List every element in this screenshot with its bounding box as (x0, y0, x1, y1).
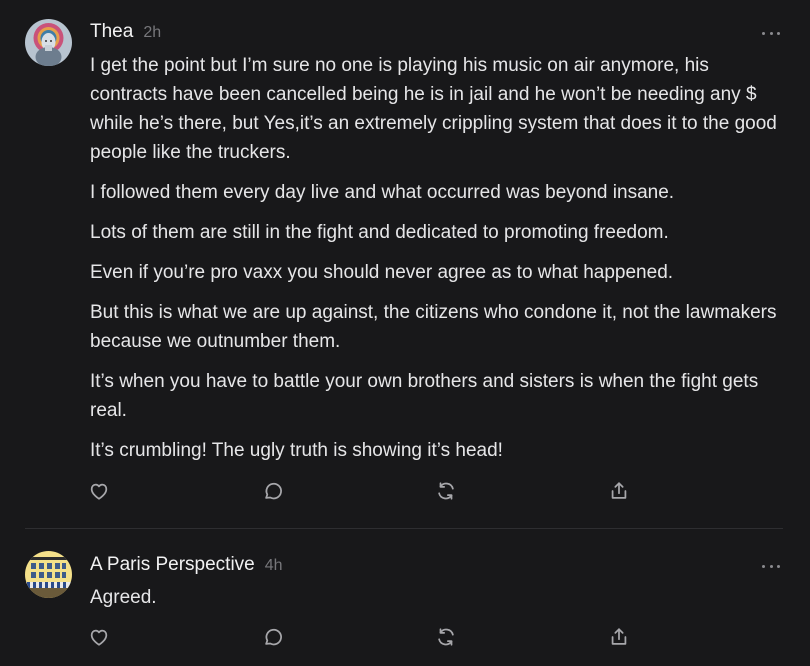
paragraph: Agreed. (90, 587, 157, 608)
restack-button[interactable] (435, 480, 459, 504)
like-button[interactable] (88, 626, 112, 650)
comment-body: I get the point but I’m sure no one is p… (90, 51, 790, 476)
more-options-button[interactable] (762, 28, 780, 38)
paragraph: I get the point but I’m sure no one is p… (90, 55, 777, 163)
restack-icon (438, 628, 454, 646)
comment-body: Agreed. (90, 583, 790, 623)
dot-icon (777, 564, 780, 568)
paragraph: It’s crumbling! The ugly truth is showin… (90, 440, 503, 461)
avatar-image (25, 551, 72, 598)
avatar-paris-perspective[interactable] (25, 551, 72, 598)
paragraph: Even if you’re pro vaxx you should never… (90, 262, 674, 283)
comment-actions (88, 480, 648, 504)
share-button[interactable] (608, 480, 632, 504)
like-button[interactable] (88, 480, 112, 504)
divider (25, 528, 783, 529)
reply-button[interactable] (262, 626, 286, 650)
author-name[interactable]: A Paris Perspective (90, 554, 255, 576)
timestamp: 4h (264, 557, 283, 574)
dot-icon (769, 31, 773, 35)
heart-icon (90, 629, 108, 646)
comment-icon (265, 482, 282, 500)
paragraph: But this is what we are up against, the … (90, 302, 777, 352)
comment-actions (88, 626, 648, 650)
author-name[interactable]: Thea (90, 21, 133, 43)
share-icon (611, 482, 627, 499)
avatar-image (25, 19, 72, 66)
paragraph: It’s when you have to battle your own br… (90, 371, 759, 421)
comment-header: A Paris Perspective 4h (90, 554, 283, 576)
comment-header: Thea 2h (90, 21, 161, 43)
timestamp: 2h (143, 24, 162, 41)
more-options-button[interactable] (762, 561, 780, 571)
paragraph: I followed them every day live and what … (90, 182, 675, 203)
dot-icon (762, 564, 765, 568)
reply-button[interactable] (262, 480, 286, 504)
paragraph: Lots of them are still in the fight and … (90, 222, 669, 243)
heart-icon (90, 483, 108, 500)
dot-icon (769, 564, 773, 568)
restack-icon (438, 482, 454, 500)
dot-icon (762, 31, 765, 35)
restack-button[interactable] (435, 626, 459, 650)
avatar-thea[interactable] (25, 19, 72, 66)
share-icon (611, 628, 627, 645)
comment-icon (265, 628, 282, 646)
dot-icon (777, 31, 780, 35)
share-button[interactable] (608, 626, 632, 650)
